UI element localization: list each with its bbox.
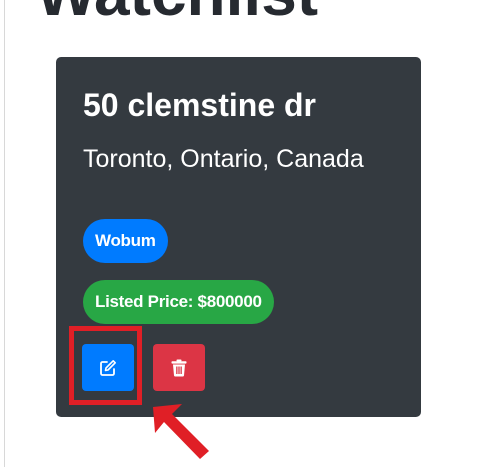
- arrow-up-left-icon: [150, 400, 212, 465]
- page: Watchlist 50 clemstine dr Toronto, Ontar…: [0, 0, 500, 467]
- property-location: Toronto, Ontario, Canada: [83, 145, 364, 173]
- price-badge: Listed Price: $800000: [83, 280, 274, 324]
- trash-icon: [171, 359, 187, 377]
- delete-button[interactable]: [153, 344, 205, 391]
- property-address: 50 clemstine dr: [83, 87, 316, 123]
- area-badge: Wobum: [83, 219, 168, 263]
- left-divider: [4, 0, 5, 467]
- highlight-box: [69, 326, 142, 405]
- page-heading: Watchlist: [36, 0, 318, 30]
